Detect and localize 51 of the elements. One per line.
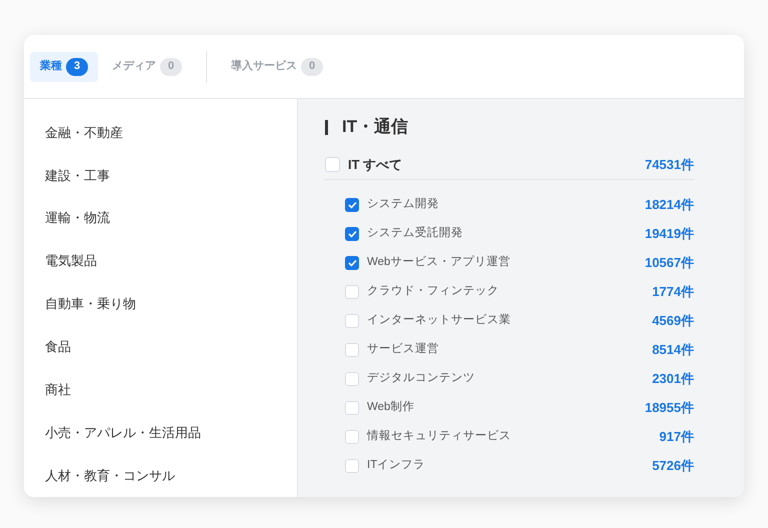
checkbox[interactable] xyxy=(325,157,340,172)
category-item[interactable]: 人材・教育・コンサル xyxy=(24,454,297,497)
result-count: 2301件 xyxy=(652,370,694,388)
option-label: インターネットサービス業 xyxy=(367,312,511,328)
checkbox[interactable] xyxy=(345,400,359,414)
result-count: 10567件 xyxy=(644,254,694,272)
checkbox[interactable] xyxy=(345,226,359,240)
result-count: 74531件 xyxy=(644,156,694,174)
option-label: Webサービス・アプリ運営 xyxy=(367,254,510,270)
title-bar-marker xyxy=(325,120,328,134)
option-label: クラウド・フィンテック xyxy=(367,284,499,299)
category-item[interactable]: 金融・不動産 xyxy=(24,111,297,154)
category-item[interactable]: 自動車・乗り物 xyxy=(24,282,297,326)
filter-tab[interactable]: 業種 3 xyxy=(30,52,98,82)
count-badge: 0 xyxy=(160,58,182,76)
checkbox[interactable] xyxy=(345,458,359,472)
checkbox[interactable] xyxy=(345,284,359,298)
count-badge: 0 xyxy=(301,58,323,76)
result-count: 19419件 xyxy=(644,224,694,243)
category-item[interactable]: 商社 xyxy=(24,368,297,412)
category-item[interactable]: 食品 xyxy=(24,325,297,368)
category-item[interactable]: 建設・工事 xyxy=(24,154,297,197)
option-label: サービス運営 xyxy=(367,342,439,357)
result-count: 8514件 xyxy=(652,340,694,359)
result-count: 5726件 xyxy=(652,456,694,475)
option-label: IT すべて xyxy=(348,156,402,174)
option-label: Web制作 xyxy=(367,400,414,415)
result-count: 1774件 xyxy=(652,282,694,301)
check-icon xyxy=(348,258,356,266)
option-label: システム開発 xyxy=(367,196,439,212)
check-icon xyxy=(348,230,356,238)
check-icon xyxy=(348,200,356,208)
checkbox[interactable] xyxy=(345,314,359,328)
category-item[interactable]: 電気製品 xyxy=(24,240,297,283)
checkbox[interactable] xyxy=(345,342,359,356)
checkbox[interactable] xyxy=(345,430,359,444)
section-title: IT・通信 xyxy=(342,116,408,138)
option-label: システム受託開発 xyxy=(367,225,463,241)
option-label: ITインフラ xyxy=(367,458,426,473)
result-count: 18955件 xyxy=(644,398,694,417)
result-count: 917件 xyxy=(659,428,694,446)
category-item[interactable]: 小売・アパレル・生活用品 xyxy=(24,411,297,454)
result-count: 18214件 xyxy=(644,196,694,214)
checkbox[interactable] xyxy=(345,372,359,386)
option-label: デジタルコンテンツ xyxy=(367,370,475,386)
checkbox[interactable] xyxy=(345,256,359,270)
option-label: 情報セキュリティサービス xyxy=(367,428,511,444)
checkbox[interactable] xyxy=(345,198,359,212)
count-badge: 3 xyxy=(66,58,88,76)
category-item[interactable]: 運輸・物流 xyxy=(24,196,297,240)
result-count: 4569件 xyxy=(652,312,694,330)
